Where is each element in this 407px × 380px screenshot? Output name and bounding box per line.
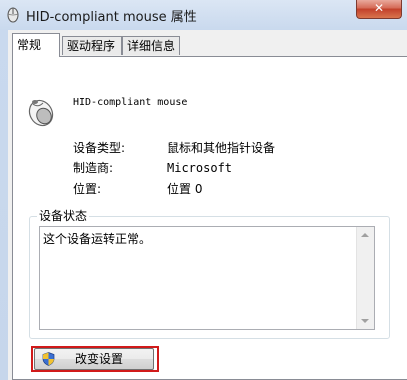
device-type-value: 鼠标和其他指针设备: [167, 141, 276, 155]
tab-details[interactable]: 详细信息: [122, 36, 180, 55]
device-name: HID-compliant mouse: [73, 97, 188, 108]
dialog-client: 常规 驱动程序 详细信息 HID-compliant mouse 设备类型: 鼠…: [8, 30, 407, 380]
mouse-icon: [7, 7, 19, 23]
scroll-up-icon[interactable]: [361, 233, 369, 237]
device-status-legend: 设备状态: [37, 207, 90, 224]
title-bar[interactable]: HID-compliant mouse 属性 ✕: [0, 0, 407, 30]
window-title: HID-compliant mouse 属性: [26, 10, 197, 25]
change-settings-button[interactable]: 改变设置: [34, 348, 154, 370]
general-panel: HID-compliant mouse 设备类型: 鼠标和其他指针设备 制造商:…: [12, 56, 407, 380]
manufacturer-value: Microsoft: [167, 161, 233, 175]
tab-general[interactable]: 常规: [12, 33, 60, 57]
device-status-text: 这个设备运转正常。: [43, 232, 152, 246]
mouse-icon: [28, 99, 54, 127]
scroll-down-icon[interactable]: [361, 319, 369, 323]
location-label: 位置:: [73, 182, 102, 196]
change-settings-label: 改变设置: [74, 352, 123, 366]
device-type-label: 设备类型:: [73, 141, 126, 155]
manufacturer-label: 制造商:: [73, 161, 114, 175]
device-status-textbox[interactable]: 这个设备运转正常。: [39, 226, 375, 330]
close-button[interactable]: ✕: [356, 0, 402, 19]
tab-driver[interactable]: 驱动程序: [62, 36, 122, 55]
location-value: 位置 0: [167, 182, 203, 196]
status-scrollbar[interactable]: [356, 227, 374, 329]
uac-shield-icon: [42, 352, 55, 366]
window-frame: HID-compliant mouse 属性 ✕ 常规 驱动程序 详细信息 HI…: [0, 0, 407, 380]
